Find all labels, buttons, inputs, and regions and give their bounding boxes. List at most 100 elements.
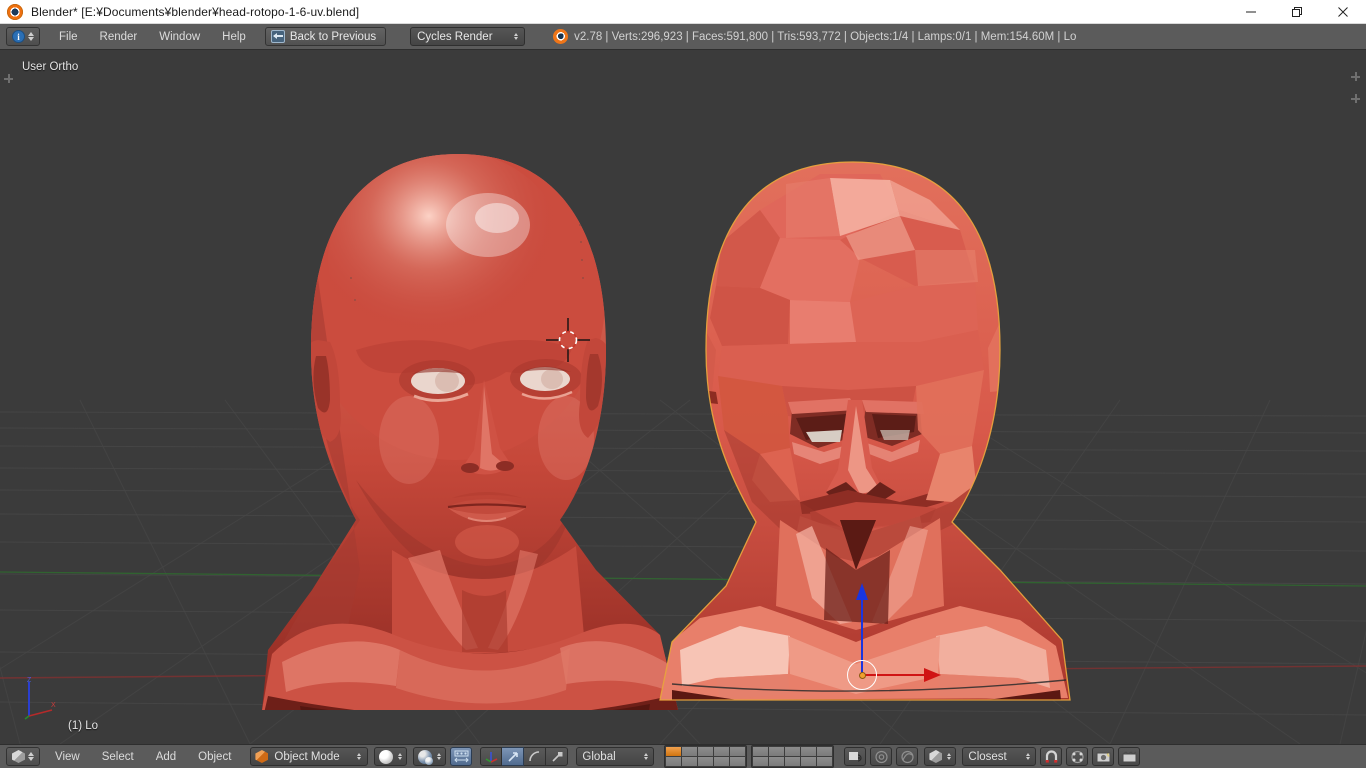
render-engine-value: Cycles Render (417, 30, 493, 43)
snap-target-value: Closest (968, 750, 1007, 763)
back-to-previous-label: Back to Previous (289, 30, 377, 43)
lock-object-modes-button[interactable] (844, 747, 867, 766)
back-to-previous-button[interactable]: Back to Previous (264, 27, 387, 46)
chevron-updown-icon (28, 32, 34, 41)
close-button[interactable] (1320, 0, 1366, 24)
layer-12[interactable] (769, 747, 785, 756)
translate-manipulator-button[interactable] (502, 747, 525, 766)
editor-type-selector-3dview[interactable] (6, 747, 40, 766)
translate-manipulator[interactable] (847, 583, 941, 690)
blender-logo-icon (7, 3, 23, 20)
window-title: Blender* [E:¥Documents¥blender¥head-roto… (31, 4, 360, 19)
proportional-editing-icon (875, 750, 888, 763)
proportional-falloff-button[interactable] (896, 747, 919, 766)
layer-7[interactable] (682, 757, 698, 766)
editor-type-selector[interactable]: i (6, 27, 40, 46)
viewport-expand-arrow-left-icon[interactable] (4, 74, 13, 83)
chevron-updown-icon (398, 753, 403, 760)
lock-object-modes-icon (848, 751, 862, 762)
menu-file[interactable]: File (48, 24, 89, 50)
object-origin-point[interactable] (858, 671, 866, 679)
scene-layers[interactable] (664, 745, 835, 768)
switch-editmode-button[interactable] (450, 747, 473, 766)
layer-group-a[interactable] (664, 745, 748, 768)
menu-select[interactable]: Select (91, 744, 145, 768)
active-object-label: (1) Lo (68, 720, 99, 732)
scene-statistics-text: v2.78 | Verts:296,923 | Faces:591,800 | … (574, 30, 1077, 43)
menu-render[interactable]: Render (89, 24, 149, 50)
rotate-manipulator-button[interactable] (524, 747, 547, 766)
pivot-point-select[interactable] (924, 747, 957, 766)
layer-14[interactable] (801, 747, 817, 756)
render-engine-select[interactable]: Cycles Render (410, 27, 526, 46)
manipulator-x-arrow-icon[interactable] (924, 668, 941, 682)
layer-13[interactable] (785, 747, 801, 756)
chevron-updown-icon (357, 753, 362, 760)
viewport-expand-arrow-right2-icon[interactable] (1351, 94, 1360, 103)
layer-9[interactable] (714, 757, 730, 766)
menu-object[interactable]: Object (187, 744, 242, 768)
opengl-render-animation-icon (1122, 750, 1137, 762)
viewport-shading-select[interactable] (374, 747, 408, 766)
info-editor-icon: i (12, 30, 25, 43)
menu-help[interactable]: Help (211, 24, 257, 50)
viewport-canvas (0, 50, 1366, 744)
layer-2[interactable] (682, 747, 698, 756)
layer-5[interactable] (730, 747, 746, 756)
layer-4[interactable] (714, 747, 730, 756)
transform-orientation-select[interactable]: Global (576, 747, 655, 766)
restore-button[interactable] (1274, 0, 1320, 24)
pivot-median-point-icon (929, 750, 943, 763)
interaction-mode-select[interactable]: Object Mode (250, 747, 369, 766)
chevron-updown-icon (1026, 753, 1031, 760)
chevron-updown-icon (437, 753, 442, 760)
opengl-render-icon (1096, 751, 1111, 762)
layer-20[interactable] (817, 757, 833, 766)
switch-editmode-icon (454, 750, 469, 763)
snap-element-increment-icon (1071, 750, 1084, 763)
layer-17[interactable] (769, 757, 785, 766)
menu-window[interactable]: Window (148, 24, 211, 50)
scale-manipulator-button[interactable] (546, 747, 569, 766)
proportional-editing-button[interactable] (870, 747, 893, 766)
rotate-manipulator-icon (529, 750, 539, 761)
manipulator-z-arrow-icon[interactable] (856, 583, 868, 600)
chevron-updown-icon (28, 752, 34, 761)
solid-shading-icon (379, 749, 394, 764)
manipulator-enable-button[interactable] (480, 747, 503, 766)
info-editor-header: i File Render Window Help Back to Previo… (0, 24, 1366, 50)
material-shading-icon (418, 749, 434, 765)
snap-magnet-icon (1045, 749, 1058, 763)
layer-15[interactable] (817, 747, 833, 756)
blender-window: Blender* [E:¥Documents¥blender¥head-roto… (0, 0, 1366, 768)
snap-target-select[interactable]: Closest (962, 747, 1037, 766)
3d-view-editor-icon (12, 750, 25, 763)
snap-element-button[interactable] (1066, 747, 1089, 766)
back-to-previous-icon (270, 30, 285, 43)
layer-8[interactable] (698, 757, 714, 766)
menu-add[interactable]: Add (145, 744, 187, 768)
interaction-mode-value: Object Mode (274, 750, 340, 763)
layer-11[interactable] (753, 747, 769, 756)
3d-viewport[interactable]: User Ortho (1) Lo Z X (0, 50, 1366, 744)
layer-18[interactable] (785, 757, 801, 766)
blender-version-icon (553, 29, 569, 44)
layer-group-b[interactable] (751, 745, 835, 768)
minimize-button[interactable] (1228, 0, 1274, 24)
object-mode-cube-icon (255, 750, 269, 763)
layer-3[interactable] (698, 747, 714, 756)
layer-10[interactable] (730, 757, 746, 766)
viewport-expand-arrow-right-icon[interactable] (1351, 72, 1360, 81)
layer-19[interactable] (801, 757, 817, 766)
layer-16[interactable] (753, 757, 769, 766)
scene-statistics: v2.78 | Verts:296,923 | Faces:591,800 | … (553, 29, 1076, 44)
snap-magnet-button[interactable] (1040, 747, 1063, 766)
manipulator-toggle-group[interactable] (480, 747, 569, 766)
opengl-render-animation-button[interactable] (1118, 747, 1141, 766)
shading-extra-select[interactable] (413, 747, 447, 766)
opengl-render-button[interactable] (1092, 747, 1115, 766)
menu-view[interactable]: View (44, 744, 91, 768)
layer-6[interactable] (666, 757, 682, 766)
layer-1[interactable] (666, 747, 682, 756)
window-titlebar: Blender* [E:¥Documents¥blender¥head-roto… (0, 0, 1366, 24)
